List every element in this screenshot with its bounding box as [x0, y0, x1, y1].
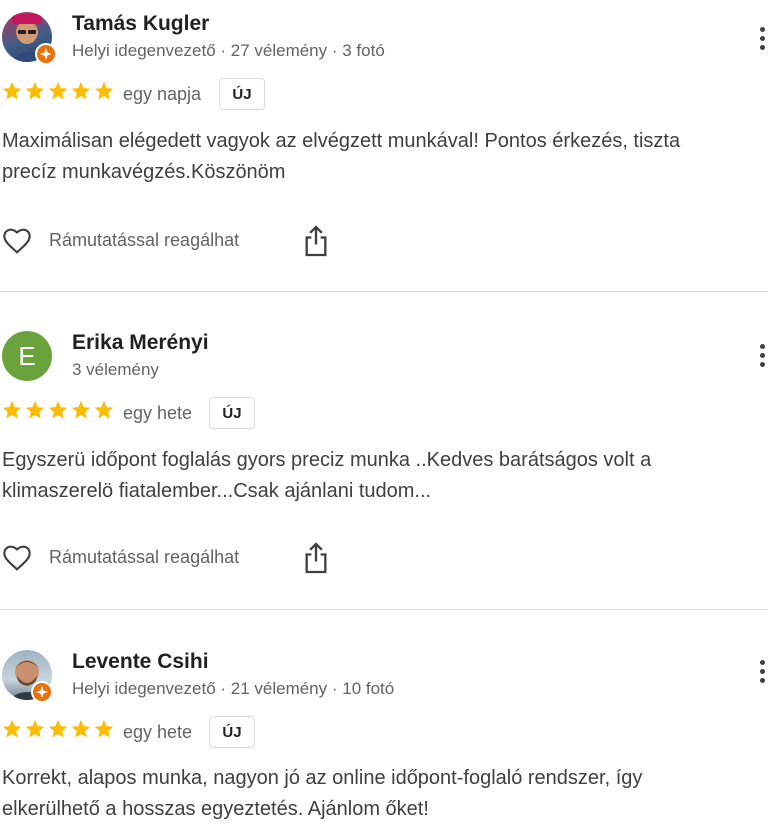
local-guide-icon: [31, 681, 53, 703]
star-icon: [71, 81, 91, 100]
heart-icon[interactable]: [0, 225, 34, 257]
star-icon: [94, 81, 114, 100]
star-icon: [48, 719, 68, 738]
review-date: egy napja: [123, 84, 202, 104]
star-icon: [94, 719, 114, 738]
review-text-line: Korrekt, alapos munka, nagyon jó az onli…: [2, 767, 643, 789]
reviewer-name[interactable]: Erika Merényi: [72, 331, 209, 355]
reviewer-name[interactable]: Tamás Kugler: [72, 12, 209, 36]
new-badge: ÚJ: [219, 78, 265, 110]
more-vert-icon[interactable]: [758, 660, 768, 692]
reviewer-meta[interactable]: Helyi idegenvezető · 27 vélemény · 3 fot…: [72, 41, 385, 61]
reviewer-meta[interactable]: Helyi idegenvezető · 21 vélemény · 10 fo…: [72, 679, 394, 699]
star-icon: [2, 719, 22, 738]
star-icon: [25, 81, 45, 100]
reviewer-meta[interactable]: 3 vélemény: [72, 360, 159, 380]
react-button[interactable]: Rámutatással reagálhat: [49, 230, 239, 251]
share-icon[interactable]: [302, 541, 330, 575]
star-icon: [48, 400, 68, 419]
star-rating: [1, 399, 116, 423]
reviewer-name[interactable]: Levente Csihi: [72, 650, 209, 674]
more-vert-icon[interactable]: [758, 344, 768, 376]
avatar-letter: E: [18, 340, 36, 371]
review-text-line: Maximálisan elégedett vagyok az elvégzet…: [2, 130, 681, 152]
share-icon[interactable]: [302, 224, 330, 258]
reviewer-avatar[interactable]: E: [2, 331, 52, 381]
heart-icon[interactable]: [0, 542, 34, 574]
review-divider: [0, 291, 768, 292]
review-text: Korrekt, alapos munka, nagyon jó az onli…: [2, 763, 768, 825]
star-rating: [1, 718, 116, 742]
star-icon: [2, 81, 22, 100]
star-icon: [25, 719, 45, 738]
react-button[interactable]: Rámutatással reagálhat: [49, 547, 239, 568]
review-date: egy hete: [123, 722, 193, 742]
star-icon: [71, 719, 91, 738]
reaction-row: Rámutatással reagálhat: [0, 539, 400, 579]
star-icon: [71, 400, 91, 419]
local-guide-icon: [35, 43, 57, 65]
review-text-line: Egyszerü időpont foglalás gyors preciz m…: [2, 449, 652, 471]
review-text-line: precíz munkavégzés.Köszönöm: [2, 161, 286, 183]
star-icon: [25, 400, 45, 419]
reaction-row: Rámutatással reagálhat: [0, 222, 400, 262]
new-badge: ÚJ: [209, 716, 255, 748]
review-divider: [0, 609, 768, 610]
review-text: Maximálisan elégedett vagyok az elvégzet…: [2, 126, 768, 188]
review-text: Egyszerü időpont foglalás gyors preciz m…: [2, 445, 768, 507]
star-icon: [2, 400, 22, 419]
star-icon: [48, 81, 68, 100]
more-vert-icon[interactable]: [758, 27, 768, 59]
new-badge: ÚJ: [209, 397, 255, 429]
review-text-line: klimaszerelö fiatalember...Csak ajánlani…: [2, 480, 432, 502]
review-date: egy hete: [123, 403, 193, 423]
star-icon: [94, 400, 114, 419]
review-text-line: elkerülhető a hosszas egyeztetés. Ajánlo…: [2, 798, 429, 820]
star-rating: [1, 80, 116, 104]
